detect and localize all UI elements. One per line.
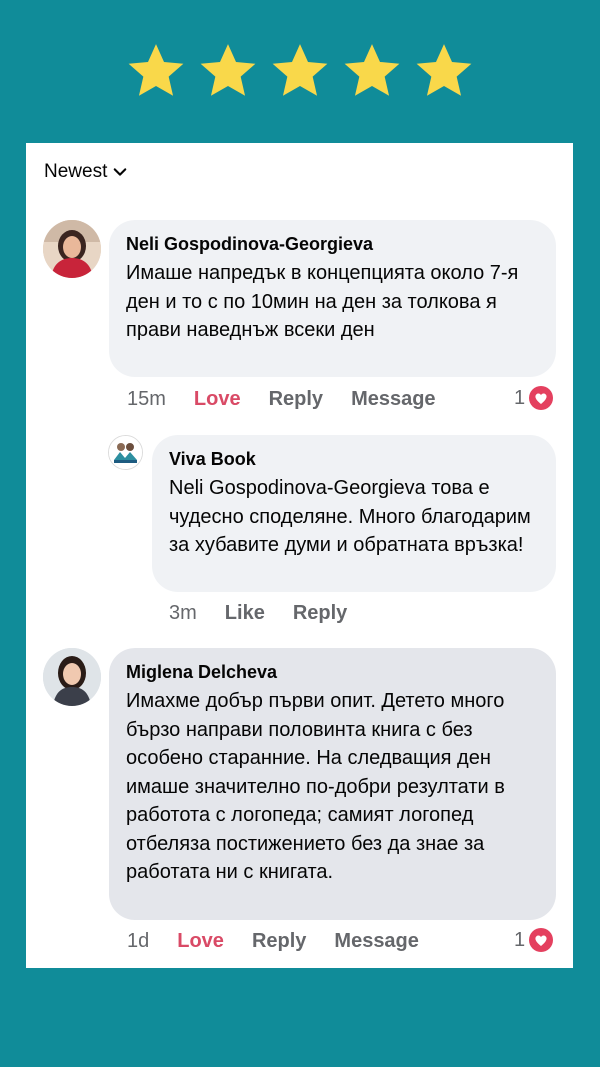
- rating-stars: [0, 40, 600, 102]
- comment-time[interactable]: 15m: [127, 388, 166, 411]
- reply-button[interactable]: Reply: [293, 602, 347, 625]
- reply-button[interactable]: Reply: [252, 930, 306, 953]
- comment-bubble: Neli Gospodinova-Georgieva Имаше напредъ…: [109, 220, 556, 377]
- heart-icon: [529, 928, 554, 952]
- reaction-count[interactable]: 1: [514, 386, 554, 410]
- reply-bubble: Viva Book Neli Gospodinova-Georgieva тов…: [152, 435, 556, 592]
- comment-actions: 1d Love Reply Message: [127, 926, 419, 956]
- heart-icon: [529, 386, 554, 410]
- comment-time[interactable]: 3m: [169, 602, 197, 625]
- star-icon: [197, 40, 259, 102]
- reply-actions: 3m Like Reply: [169, 598, 347, 628]
- avatar[interactable]: [108, 435, 143, 470]
- message-button[interactable]: Message: [351, 388, 436, 411]
- comment-time[interactable]: 1d: [127, 930, 149, 953]
- reply-button[interactable]: Reply: [269, 388, 323, 411]
- comments-card: Newest Neli Gospodinova-Georgieva Имаше …: [26, 143, 573, 968]
- star-icon: [269, 40, 331, 102]
- star-icon: [341, 40, 403, 102]
- comment-text: Имаше напредък в концепцията около 7-я д…: [126, 262, 519, 341]
- reaction-count-value: 1: [514, 928, 526, 951]
- love-button[interactable]: Love: [177, 930, 224, 953]
- comment-author[interactable]: Viva Book: [169, 447, 540, 471]
- comment-author[interactable]: Miglena Delcheva: [126, 660, 540, 684]
- reaction-count[interactable]: 1: [514, 928, 554, 952]
- comment-author[interactable]: Neli Gospodinova-Georgieva: [126, 232, 540, 256]
- comment-bubble: Miglena Delcheva Имахме добър първи опит…: [109, 648, 556, 920]
- sort-label: Newest: [44, 161, 108, 182]
- message-button[interactable]: Message: [334, 930, 419, 953]
- comment-text: Имахме добър първи опит. Детето много бъ…: [126, 690, 505, 883]
- love-button[interactable]: Love: [194, 388, 241, 411]
- star-icon: [413, 40, 475, 102]
- chevron-down-icon: [114, 168, 127, 176]
- star-icon: [125, 40, 187, 102]
- like-button[interactable]: Like: [225, 602, 265, 625]
- sort-dropdown[interactable]: Newest: [44, 161, 127, 183]
- reaction-count-value: 1: [514, 386, 526, 409]
- comment-actions: 15m Love Reply Message: [127, 384, 436, 414]
- comment-text: Neli Gospodinova-Georgieva това е чудесн…: [169, 477, 531, 556]
- avatar[interactable]: [43, 648, 101, 706]
- avatar[interactable]: [43, 220, 101, 278]
